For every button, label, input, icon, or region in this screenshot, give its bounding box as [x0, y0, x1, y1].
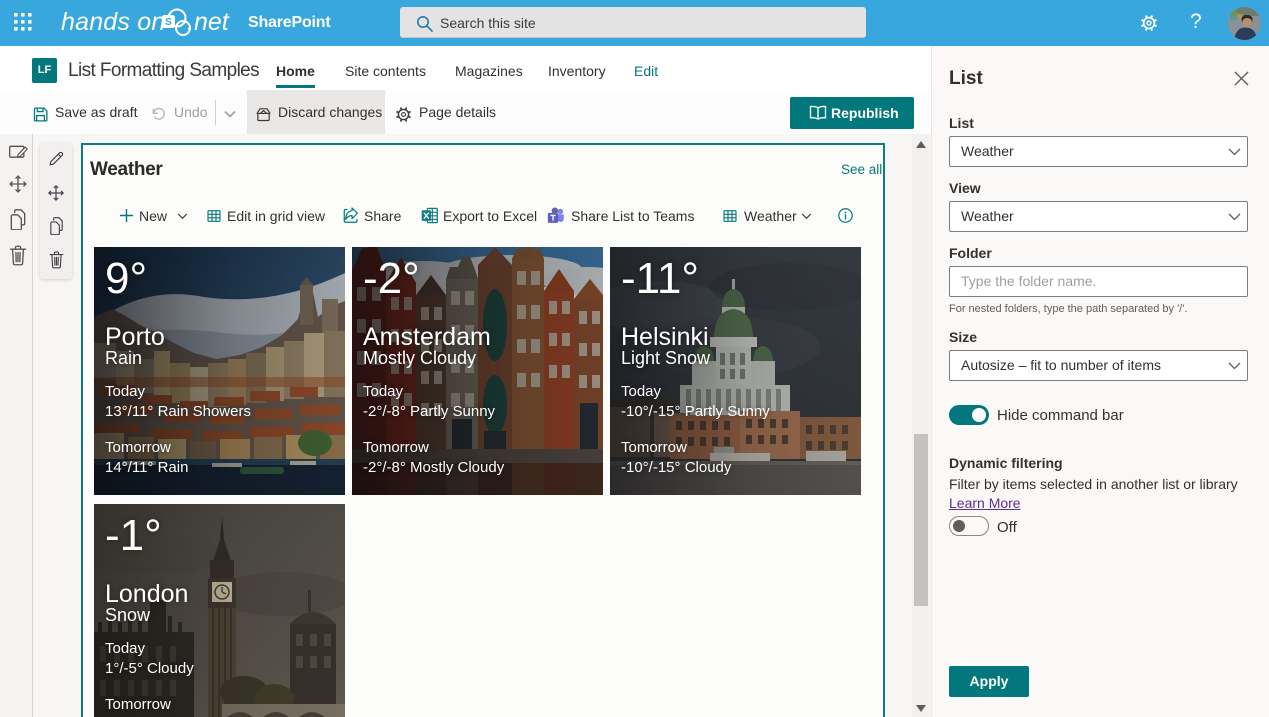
svg-text:S: S: [165, 17, 172, 28]
